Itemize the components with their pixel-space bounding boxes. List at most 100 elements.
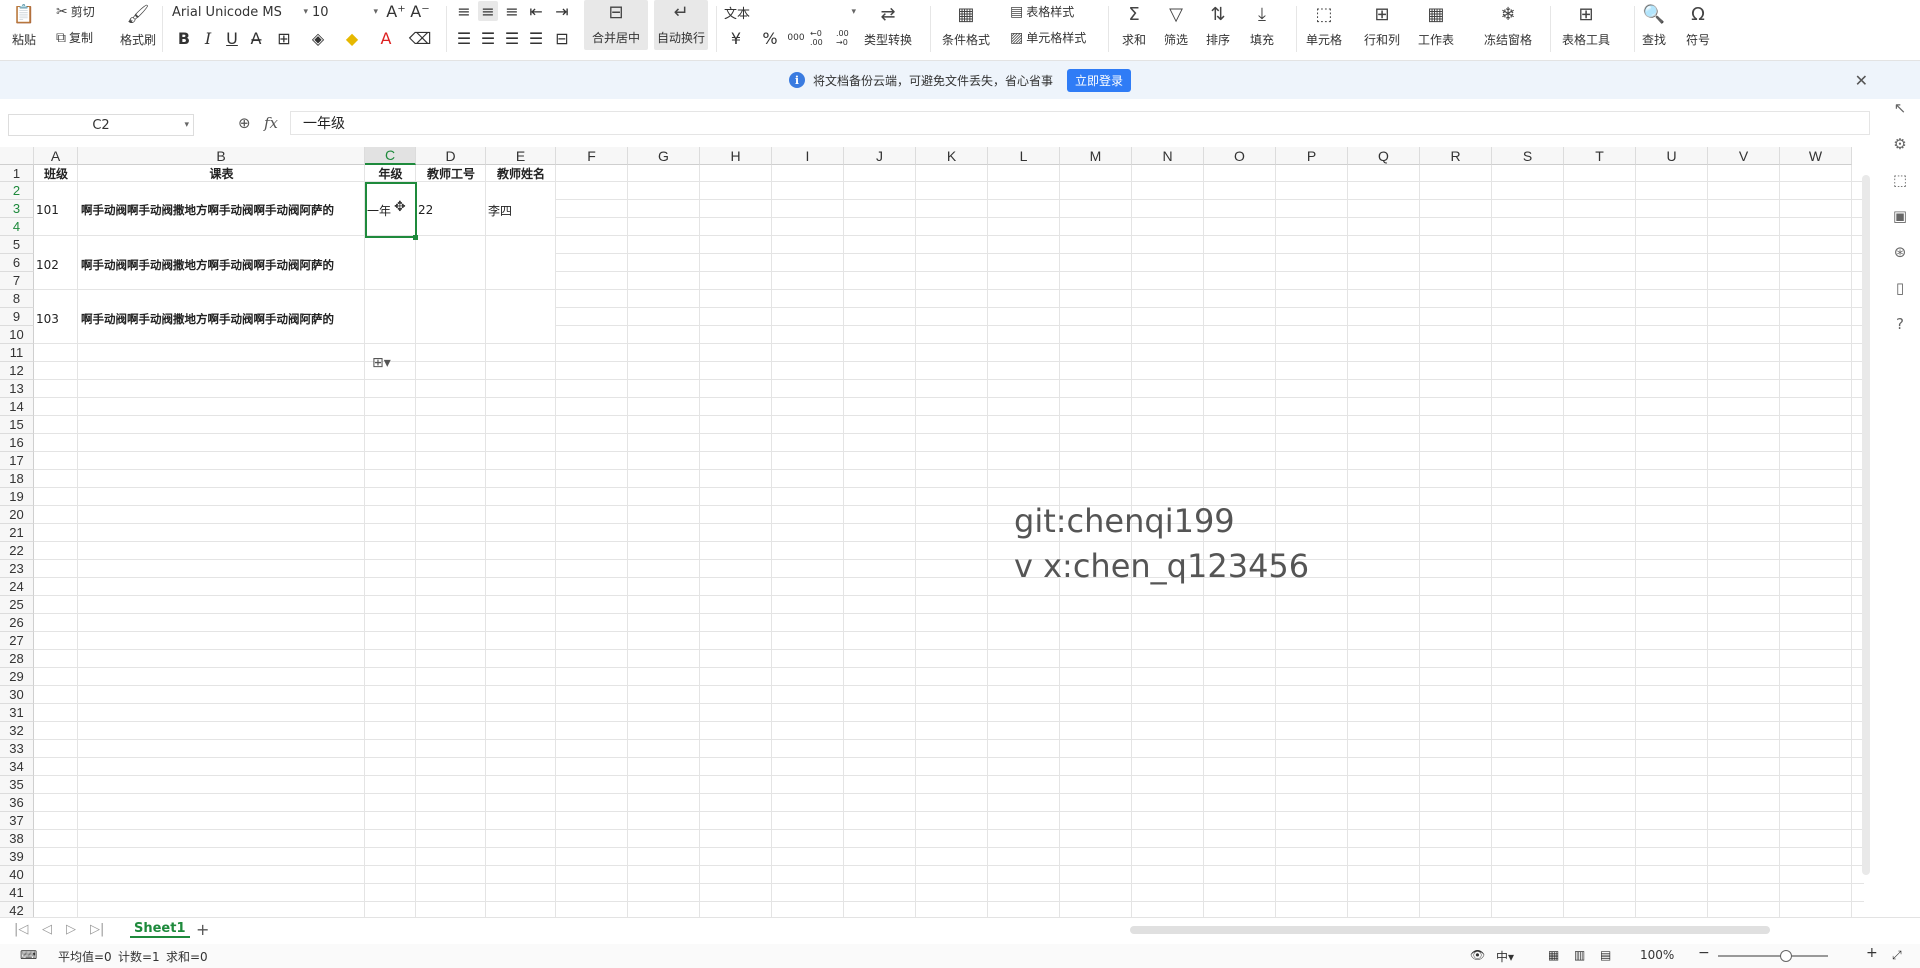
column-header-q[interactable]: Q bbox=[1348, 147, 1420, 165]
bold-button[interactable]: B bbox=[174, 28, 194, 48]
cell-schedule[interactable]: 啊手动阀啊手动阀撒地方啊手动阀啊手动阀阿萨的 bbox=[78, 292, 365, 346]
row-header-22[interactable]: 22 bbox=[0, 542, 34, 560]
row-header-12[interactable]: 12 bbox=[0, 362, 34, 380]
column-header-u[interactable]: U bbox=[1636, 147, 1708, 165]
add-sheet-button[interactable]: + bbox=[196, 920, 209, 939]
vertical-scrollbar[interactable] bbox=[1862, 175, 1870, 875]
distribute-icon[interactable]: ⊟ bbox=[552, 28, 572, 48]
indent-increase-icon[interactable]: ⇥ bbox=[552, 1, 572, 21]
cell-class[interactable]: 102 bbox=[36, 238, 78, 292]
row-header-7[interactable]: 7 bbox=[0, 272, 34, 290]
increase-font-icon[interactable]: A⁺ bbox=[386, 1, 406, 21]
layout-icon[interactable]: ⬚ bbox=[1880, 162, 1920, 198]
header-cell-teacher-name[interactable]: 教师姓名 bbox=[486, 165, 556, 182]
percent-button[interactable]: % bbox=[760, 28, 780, 48]
currency-button[interactable]: ¥ bbox=[726, 28, 746, 48]
row-header-16[interactable]: 16 bbox=[0, 434, 34, 452]
row-header-21[interactable]: 21 bbox=[0, 524, 34, 542]
name-box[interactable]: C2 ▾ bbox=[8, 114, 194, 136]
help-icon[interactable]: ? bbox=[1880, 306, 1920, 342]
table-tools-button[interactable]: ⊞ 表格工具 bbox=[1562, 2, 1610, 48]
eye-protect-icon[interactable]: 👁 bbox=[1470, 948, 1485, 962]
row-header-5[interactable]: 5 bbox=[0, 236, 34, 254]
row-header-30[interactable]: 30 bbox=[0, 686, 34, 704]
row-header-11[interactable]: 11 bbox=[0, 344, 34, 362]
sheet-tab-sheet1[interactable]: Sheet1 bbox=[130, 921, 190, 938]
fill-color-icon[interactable]: ◆ bbox=[342, 28, 362, 48]
cell-schedule[interactable]: 啊手动阀啊手动阀撒地方啊手动阀啊手动阀阿萨的 bbox=[78, 238, 365, 292]
thousands-button[interactable]: 000 bbox=[786, 28, 806, 48]
align-middle-icon[interactable]: ≡ bbox=[478, 1, 498, 21]
row-header-3[interactable]: 3 bbox=[0, 200, 34, 218]
font-size-select[interactable]: 10 ▾ bbox=[312, 2, 378, 22]
row-header-27[interactable]: 27 bbox=[0, 632, 34, 650]
sort-button[interactable]: ⇅ 排序 bbox=[1206, 2, 1230, 48]
row-header-36[interactable]: 36 bbox=[0, 794, 34, 812]
row-header-25[interactable]: 25 bbox=[0, 596, 34, 614]
column-header-w[interactable]: W bbox=[1780, 147, 1852, 165]
image-icon[interactable]: ▣ bbox=[1880, 198, 1920, 234]
font-name-select[interactable]: Arial Unicode MS ▾ bbox=[172, 2, 308, 22]
zoom-slider[interactable] bbox=[1718, 955, 1828, 957]
column-header-b[interactable]: B bbox=[78, 147, 365, 165]
column-header-t[interactable]: T bbox=[1564, 147, 1636, 165]
row-header-33[interactable]: 33 bbox=[0, 740, 34, 758]
paste-options-icon[interactable]: ⊞▾ bbox=[372, 355, 391, 371]
cell-teacher-id[interactable]: 22 bbox=[418, 183, 486, 237]
row-header-9[interactable]: 9 bbox=[0, 308, 34, 326]
fill-handle[interactable] bbox=[413, 235, 418, 240]
row-header-41[interactable]: 41 bbox=[0, 884, 34, 902]
normal-view-icon[interactable]: ▦ bbox=[1548, 948, 1559, 962]
type-convert-button[interactable]: ⇄ 类型转换 bbox=[864, 2, 912, 48]
column-header-d[interactable]: D bbox=[416, 147, 486, 165]
first-sheet-icon[interactable]: |◁ bbox=[14, 922, 28, 937]
row-header-37[interactable]: 37 bbox=[0, 812, 34, 830]
column-header-f[interactable]: F bbox=[556, 147, 628, 165]
column-header-g[interactable]: G bbox=[628, 147, 700, 165]
row-header-20[interactable]: 20 bbox=[0, 506, 34, 524]
column-header-c[interactable]: C bbox=[365, 147, 416, 165]
align-center-icon[interactable]: ☰ bbox=[478, 28, 498, 48]
border-icon[interactable]: ⊞ bbox=[274, 28, 294, 48]
align-top-icon[interactable]: ≡ bbox=[454, 1, 474, 21]
row-header-14[interactable]: 14 bbox=[0, 398, 34, 416]
row-header-24[interactable]: 24 bbox=[0, 578, 34, 596]
row-header-18[interactable]: 18 bbox=[0, 470, 34, 488]
row-header-8[interactable]: 8 bbox=[0, 290, 34, 308]
fullscreen-icon[interactable]: ⤢ bbox=[1892, 948, 1902, 963]
increase-decimal-button[interactable]: ←0 .00 bbox=[810, 28, 834, 48]
zoom-lens-icon[interactable]: ⊕ bbox=[238, 114, 251, 132]
symbol-button[interactable]: Ω 符号 bbox=[1686, 2, 1710, 48]
settings-sliders-icon[interactable]: ⚙ bbox=[1880, 126, 1920, 162]
table-style-button[interactable]: ▤ 表格样式 bbox=[1010, 3, 1074, 20]
zoom-slider-knob[interactable] bbox=[1780, 950, 1792, 962]
row-header-42[interactable]: 42 bbox=[0, 902, 34, 917]
freeze-button[interactable]: ❄ 冻结窗格 bbox=[1484, 2, 1532, 48]
indent-decrease-icon[interactable]: ⇤ bbox=[526, 1, 546, 21]
reading-view-icon[interactable]: ▤ bbox=[1600, 948, 1611, 962]
row-header-32[interactable]: 32 bbox=[0, 722, 34, 740]
format-painter-button[interactable]: 🖌 格式刷 bbox=[120, 2, 156, 48]
page-layout-icon[interactable]: ▥ bbox=[1574, 948, 1585, 962]
select-all-corner[interactable] bbox=[0, 147, 34, 165]
column-header-r[interactable]: R bbox=[1420, 147, 1492, 165]
strikethrough-icon[interactable]: A̶ bbox=[246, 28, 266, 48]
row-header-10[interactable]: 10 bbox=[0, 326, 34, 344]
fill-button[interactable]: ⤓ 填充 bbox=[1250, 2, 1274, 48]
book-icon[interactable]: ▯ bbox=[1880, 270, 1920, 306]
share-icon[interactable]: ⊛ bbox=[1880, 234, 1920, 270]
row-header-39[interactable]: 39 bbox=[0, 848, 34, 866]
cell-class[interactable]: 103 bbox=[36, 292, 78, 346]
spreadsheet-grid[interactable]: ABCDEFGHIJKLMNOPQRSTUVW 1 2 3 4 5 6 7 8 9 10 11 12 1… bbox=[0, 147, 1864, 917]
conditional-format-button[interactable]: ▦ 条件格式 bbox=[942, 2, 990, 48]
align-bottom-icon[interactable]: ≡ bbox=[502, 1, 522, 21]
eraser-icon[interactable]: ⌫ bbox=[409, 28, 432, 48]
header-cell-teacher-id[interactable]: 教师工号 bbox=[416, 165, 486, 182]
column-header-l[interactable]: L bbox=[988, 147, 1060, 165]
last-sheet-icon[interactable]: ▷| bbox=[90, 922, 104, 937]
italic-button[interactable]: I bbox=[198, 28, 218, 48]
row-col-button[interactable]: ⊞ 行和列 bbox=[1364, 2, 1400, 48]
column-header-k[interactable]: K bbox=[916, 147, 988, 165]
worksheet-button[interactable]: ▦ 工作表 bbox=[1418, 2, 1454, 48]
zoom-level[interactable]: 100% bbox=[1640, 948, 1674, 962]
